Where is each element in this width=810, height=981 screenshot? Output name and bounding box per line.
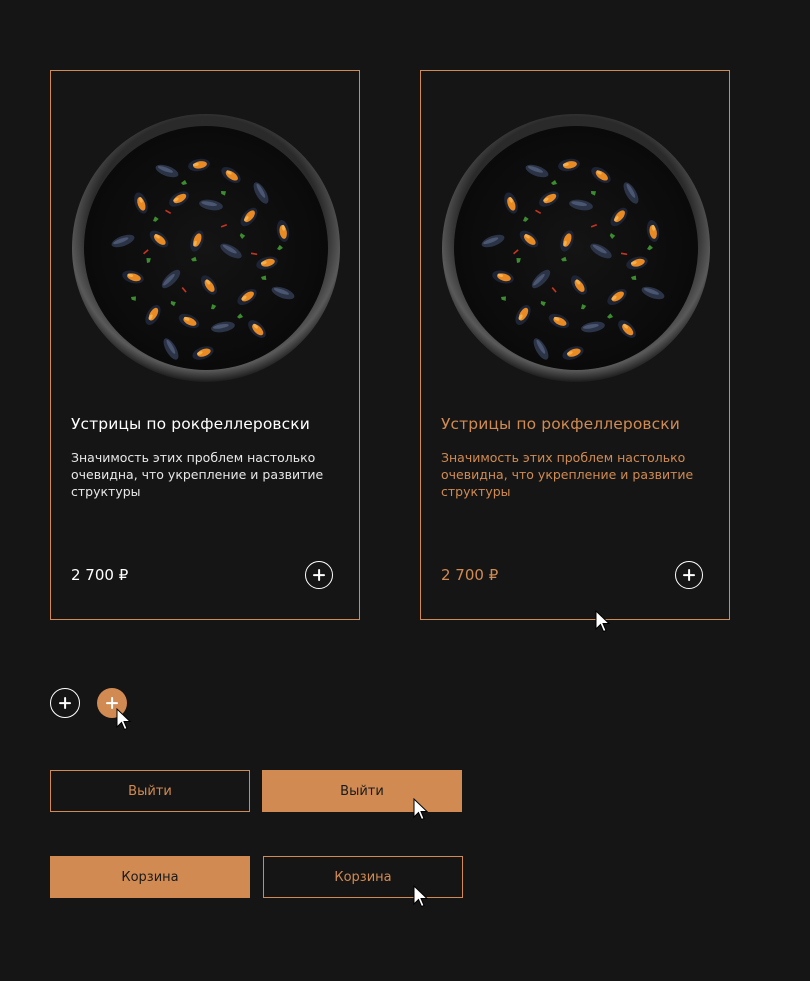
logout-button-hover[interactable]: Выйти (262, 770, 462, 812)
mouse-cursor-icon (413, 798, 429, 821)
mussels-dish-image (441, 113, 711, 383)
add-to-cart-button[interactable] (305, 561, 333, 589)
product-title: Устрицы по рокфеллеровски (441, 415, 680, 433)
product-card-default[interactable]: Устрицы по рокфеллеровски Значимость эти… (50, 70, 360, 620)
product-description: Значимость этих проблем настолько очевид… (71, 450, 324, 499)
product-price: 2 700 ₽ (441, 566, 499, 584)
mussels-dish-image (71, 113, 341, 383)
add-button-default[interactable] (50, 688, 80, 718)
logout-button-default[interactable]: Выйти (50, 770, 250, 812)
mouse-cursor-icon (595, 610, 611, 633)
product-description: Значимость этих проблем настолько очевид… (441, 450, 694, 499)
cart-button-hover[interactable]: Корзина (263, 856, 463, 898)
product-price: 2 700 ₽ (71, 566, 129, 584)
product-card-hover[interactable]: Устрицы по рокфеллеровски Значимость эти… (420, 70, 730, 620)
product-title: Устрицы по рокфеллеровски (71, 415, 310, 433)
mouse-cursor-icon (413, 885, 429, 908)
cart-button-default[interactable]: Корзина (50, 856, 250, 898)
add-to-cart-button[interactable] (675, 561, 703, 589)
mouse-cursor-icon (116, 708, 132, 731)
